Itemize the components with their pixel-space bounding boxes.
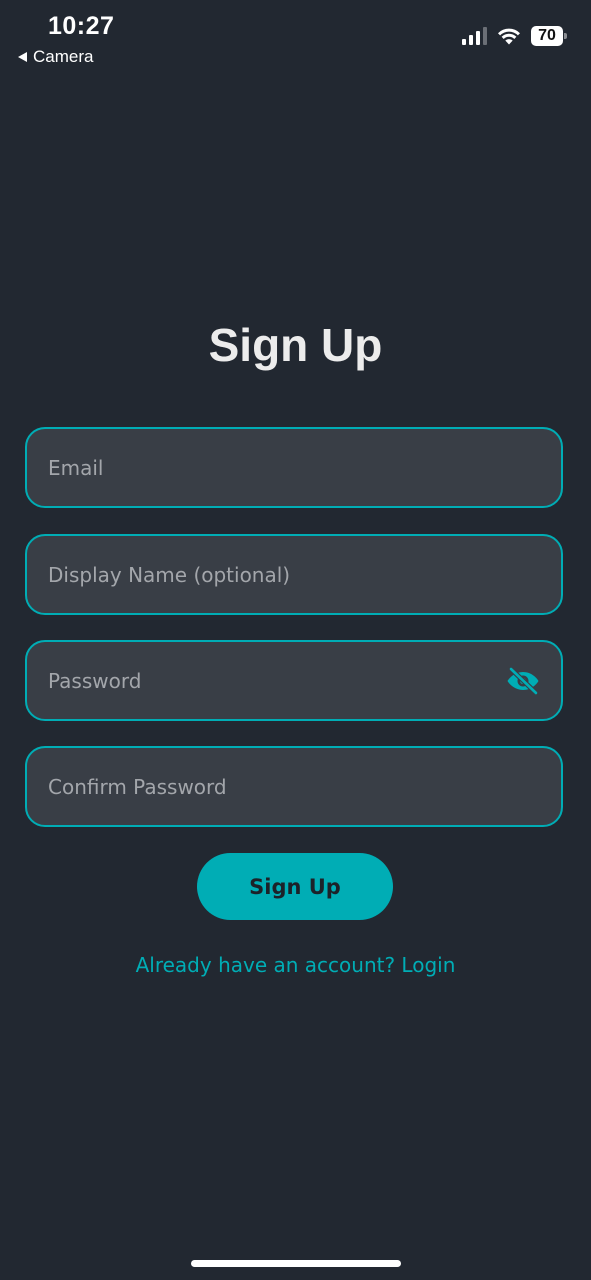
email-field-container: [25, 427, 563, 508]
status-time: 10:27: [48, 12, 115, 40]
display-name-field-container: [25, 534, 563, 615]
password-field[interactable]: [48, 668, 505, 693]
confirm-password-field[interactable]: [48, 774, 541, 799]
sign-up-button[interactable]: Sign Up: [197, 853, 393, 920]
login-link[interactable]: Already have an account? Login: [0, 953, 591, 977]
signup-screen: 10:27 Camera 70 Sign Up Email Display Na…: [0, 0, 591, 1280]
display-name-field[interactable]: [48, 562, 541, 587]
back-arrow-icon: [18, 52, 27, 62]
home-indicator[interactable]: [191, 1260, 401, 1267]
status-indicators: 70: [462, 26, 567, 46]
page-title: Sign Up: [208, 319, 383, 371]
back-to-app-button[interactable]: Camera: [18, 47, 93, 67]
back-app-label: Camera: [33, 47, 94, 66]
password-field-container: [25, 640, 563, 721]
cellular-signal-icon: [462, 27, 487, 45]
wifi-icon: [498, 28, 520, 45]
email-field[interactable]: [48, 455, 541, 480]
eye-off-icon[interactable]: [505, 666, 541, 696]
confirm-password-field-container: [25, 746, 563, 827]
battery-icon: 70: [531, 26, 567, 46]
